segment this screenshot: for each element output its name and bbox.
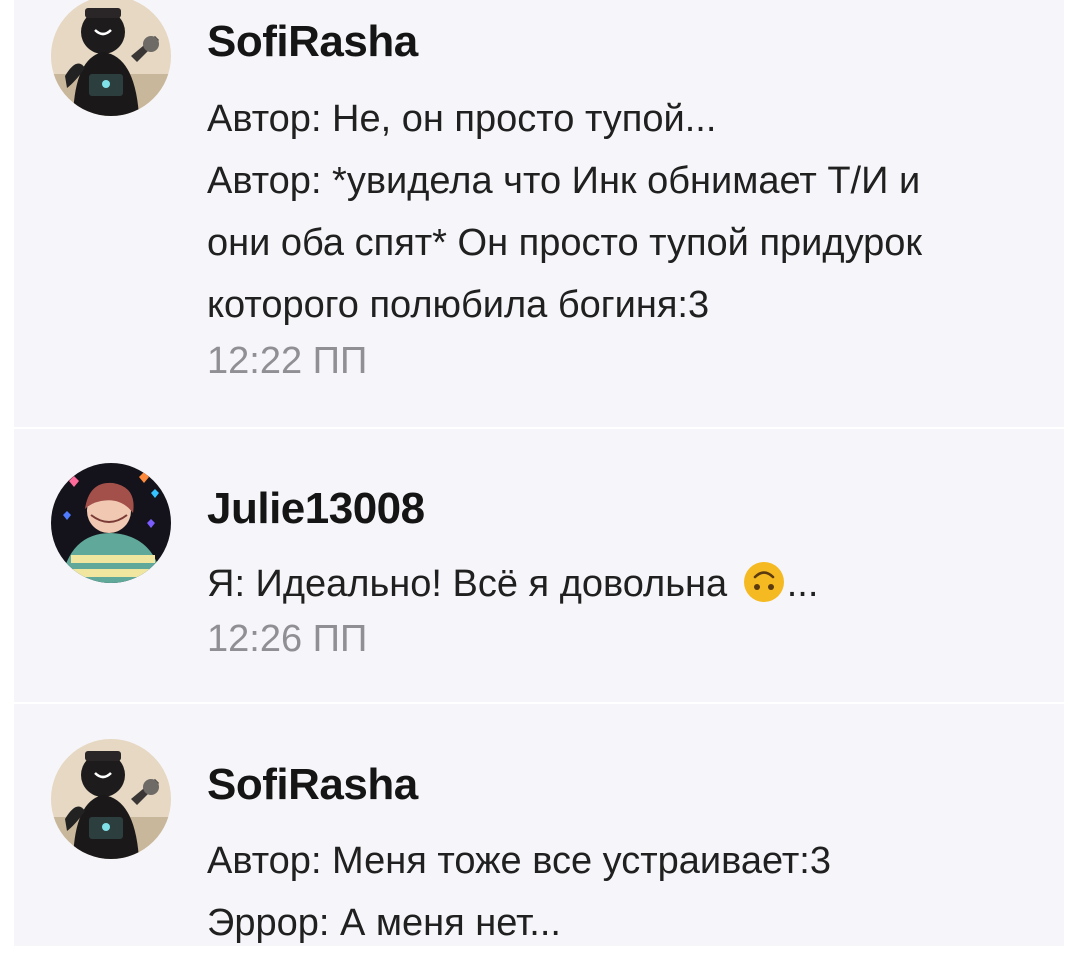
avatar-image (51, 0, 171, 116)
avatar[interactable] (51, 0, 171, 116)
message-item: SofiRasha Автор: Меня тоже все устраивае… (14, 704, 1064, 946)
message-text-part: ... (786, 563, 819, 605)
message-author[interactable]: SofiRasha (207, 17, 418, 67)
message-line: Автор: *увидела что Инк обнимает Т/И и (207, 160, 921, 202)
message-line: Эррор: А меня нет... (207, 902, 561, 944)
message-timestamp: 12:22 ПП (207, 340, 368, 382)
message-timestamp: 12:26 ПП (207, 618, 368, 660)
avatar[interactable] (51, 739, 171, 859)
message-item: SofiRasha Автор: Не, он просто тупой... … (14, 0, 1064, 428)
message-text-part: Я: Идеально! Всё я довольна (207, 563, 738, 605)
message-item: Julie13008 Я: Идеально! Всё я довольна .… (14, 429, 1064, 702)
avatar-image (51, 739, 171, 859)
message-text: Я: Идеально! Всё я довольна ... (207, 553, 1037, 623)
chat-message-list: SofiRasha Автор: Не, он просто тупой... … (14, 0, 1064, 946)
message-line: Я: Идеально! Всё я довольна ... (207, 553, 1037, 623)
message-author[interactable]: SofiRasha (207, 760, 418, 810)
message-line: которого полюбила богиня:3 (207, 284, 710, 326)
message-line: они оба спят* Он просто тупой придурок (207, 222, 923, 264)
message-line: Автор: Не, он просто тупой... (207, 98, 717, 140)
message-line: Автор: Меня тоже все устраивает:3 (207, 840, 831, 882)
avatar-image (51, 463, 171, 583)
message-text: Автор: Не, он просто тупой... Автор: *ув… (207, 88, 1037, 336)
message-text: Автор: Меня тоже все устраивает:3 Эррор:… (207, 830, 1037, 954)
upside-down-face-icon (742, 560, 786, 623)
message-author[interactable]: Julie13008 (207, 484, 425, 534)
avatar[interactable] (51, 463, 171, 583)
